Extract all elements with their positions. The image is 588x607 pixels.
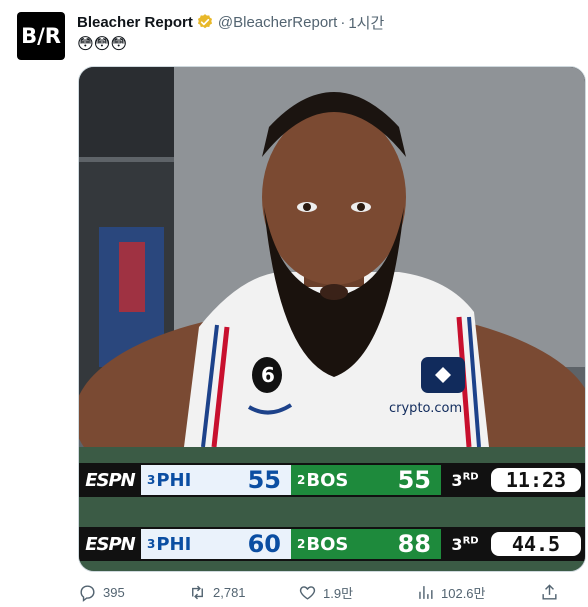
- team-phi: 3 PHI 55: [141, 465, 291, 495]
- game-period: 3RD: [451, 534, 479, 554]
- views-button[interactable]: 102.6만: [416, 583, 534, 602]
- avatar[interactable]: B/R: [17, 12, 65, 60]
- retweet-icon: [188, 583, 207, 602]
- phi-seed: 3: [147, 473, 156, 487]
- scorebug-top: ESPN 3 PHI 55 2 BOS 55 3RD 11:23: [79, 463, 585, 497]
- reply-icon: [78, 583, 97, 602]
- bos-score: 88: [397, 530, 431, 558]
- jersey-sponsor: crypto.com: [389, 401, 463, 416]
- tweet-timestamp[interactable]: 1시간: [348, 12, 384, 33]
- scorebug-bottom: ESPN 3 PHI 60 2 BOS 88 3RD 44.5: [79, 527, 585, 561]
- team-bos: 2 BOS 55: [291, 465, 441, 495]
- bos-seed: 2: [297, 537, 306, 551]
- retweet-count: 2,781: [213, 584, 246, 600]
- tweet-actions: 395 2,781 1.9만 102.6만: [78, 580, 584, 604]
- bos-score: 55: [397, 466, 431, 494]
- retweet-button[interactable]: 2,781: [188, 583, 298, 602]
- share-button[interactable]: [540, 583, 559, 602]
- view-count: 102.6만: [441, 585, 486, 601]
- like-count: 1.9만: [323, 585, 354, 601]
- analytics-icon: [416, 583, 435, 602]
- team-phi: 3 PHI 60: [141, 529, 291, 559]
- team-bos: 2 BOS 88: [291, 529, 441, 559]
- verified-badge-icon[interactable]: [196, 13, 214, 31]
- bos-seed: 2: [297, 473, 306, 487]
- game-clock: 11:23: [491, 468, 581, 492]
- phi-abbr: PHI: [156, 469, 192, 491]
- reply-button[interactable]: 395: [78, 583, 188, 602]
- tweet[interactable]: B/R Bleacher Report @BleacherReport · 1시…: [0, 0, 588, 607]
- author-handle[interactable]: @BleacherReport: [218, 14, 337, 31]
- game-period: 3RD: [451, 470, 479, 490]
- phi-score: 60: [247, 530, 281, 558]
- bos-abbr: BOS: [306, 469, 349, 491]
- espn-logo: ESPN: [85, 533, 136, 555]
- reply-count: 395: [103, 584, 125, 600]
- media-photo: [79, 67, 585, 447]
- tweet-header: Bleacher Report @BleacherReport · 1시간: [77, 12, 384, 32]
- heart-icon: [298, 583, 317, 602]
- phi-seed: 3: [147, 537, 156, 551]
- tweet-text: 😳😳😳: [77, 34, 128, 53]
- phi-abbr: PHI: [156, 533, 192, 555]
- share-icon: [540, 583, 559, 602]
- separator-dot: ·: [340, 13, 346, 31]
- espn-logo: ESPN: [85, 469, 136, 491]
- like-button[interactable]: 1.9만: [298, 583, 416, 602]
- jersey-number: 6: [261, 363, 275, 387]
- author-name[interactable]: Bleacher Report: [77, 14, 193, 31]
- phi-score: 55: [247, 466, 281, 494]
- tweet-media[interactable]: 6 crypto.com ESPN 3 PHI 55 2 BOS 55 3RD …: [78, 66, 586, 572]
- avatar-logo-text: B/R: [21, 24, 61, 48]
- bos-abbr: BOS: [306, 533, 349, 555]
- game-clock: 44.5: [491, 532, 581, 556]
